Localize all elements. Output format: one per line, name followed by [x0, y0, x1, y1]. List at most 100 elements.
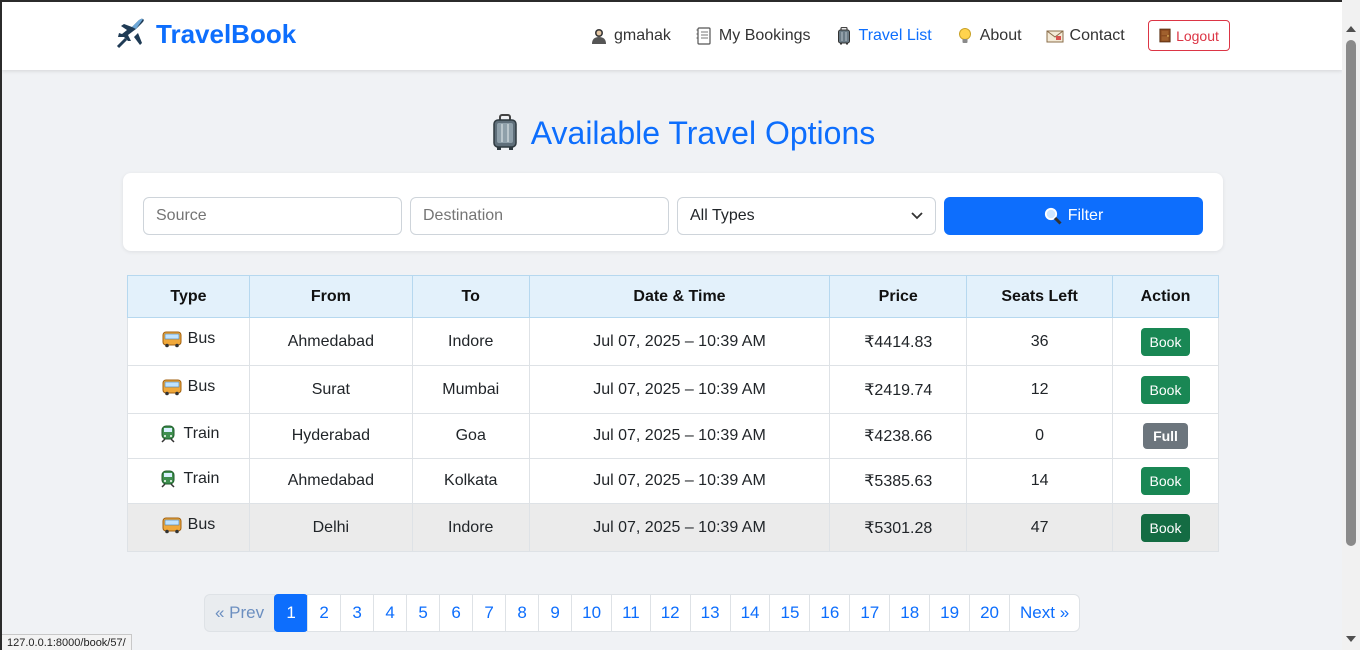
table-row: Train Hyderabad Goa Jul 07, 2025 – 10:39…	[127, 413, 1219, 459]
pagination-page-16[interactable]: 16	[809, 594, 851, 632]
header-type: Type	[127, 275, 250, 318]
filter-form: All Types Filter	[123, 173, 1223, 251]
price-cell: ₹5301.28	[829, 503, 968, 552]
pagination-page-13[interactable]: 13	[689, 594, 731, 632]
browser-viewport: TravelBook gmahak My Bookings Travel Lis…	[0, 0, 1342, 650]
nav-label-my-bookings: My Bookings	[718, 27, 811, 44]
nav-item-travel-list[interactable]: Travel List	[835, 27, 932, 45]
from-cell: Surat	[248, 365, 413, 414]
seats-cell: 12	[966, 365, 1114, 414]
chevron-down-icon	[911, 212, 923, 220]
logout-label: Logout	[1176, 27, 1219, 44]
type-label: Bus	[187, 378, 216, 395]
price-cell: ₹4238.66	[829, 413, 968, 459]
nav-label-travel-list: Travel List	[858, 27, 932, 44]
type-cell: Bus	[162, 378, 216, 396]
datetime-cell: Jul 07, 2025 – 10:39 AM	[528, 458, 831, 504]
pagination-page-5[interactable]: 5	[406, 594, 441, 632]
from-cell: Hyderabad	[248, 413, 413, 459]
pagination-page-6[interactable]: 6	[439, 594, 474, 632]
price-cell: ₹4414.83	[829, 317, 968, 366]
logout-button[interactable]: Logout	[1148, 20, 1230, 51]
nav-label-about: About	[979, 27, 1022, 44]
scroll-down-arrow-icon[interactable]	[1346, 636, 1356, 642]
pagination-page-2[interactable]: 2	[307, 594, 342, 632]
envelope-icon	[1046, 30, 1064, 43]
seats-cell: 14	[966, 458, 1114, 504]
pagination-page-11[interactable]: 11	[611, 594, 651, 632]
header-from: From	[248, 275, 413, 318]
pagination-page-17[interactable]: 17	[849, 594, 891, 632]
vertical-scrollbar[interactable]	[1342, 0, 1360, 650]
pagination-next[interactable]: Next »	[1009, 594, 1081, 632]
filter-button[interactable]: Filter	[944, 197, 1203, 235]
nav-item-profile[interactable]: gmahak	[590, 27, 671, 45]
user-icon	[592, 29, 606, 44]
source-input[interactable]	[143, 197, 402, 235]
table-row: Train Ahmedabad Kolkata Jul 07, 2025 – 1…	[127, 458, 1219, 504]
door-icon	[1159, 28, 1171, 43]
type-select[interactable]: All Types	[677, 197, 936, 235]
book-button[interactable]: Book	[1140, 375, 1191, 404]
destination-input[interactable]	[410, 197, 669, 235]
type-label: Train	[183, 469, 220, 487]
pagination-page-7[interactable]: 7	[472, 594, 507, 632]
scroll-up-arrow-icon[interactable]	[1346, 26, 1356, 32]
nav-links: gmahak My Bookings Travel List About Con…	[590, 20, 1125, 52]
action-cell: Full	[1112, 413, 1219, 459]
header-seats: Seats Left	[966, 275, 1114, 318]
pagination-page-3[interactable]: 3	[340, 594, 375, 632]
navbar: TravelBook gmahak My Bookings Travel Lis…	[2, 2, 1342, 70]
pagination-prev[interactable]: « Prev	[204, 594, 276, 632]
pagination-page-15[interactable]: 15	[769, 594, 811, 632]
pagination-page-18[interactable]: 18	[889, 594, 931, 632]
datetime-cell: Jul 07, 2025 – 10:39 AM	[528, 317, 831, 366]
filter-button-label: Filter	[1067, 207, 1104, 224]
pagination-page-8[interactable]: 8	[505, 594, 540, 632]
seats-cell: 36	[966, 317, 1114, 366]
train-icon	[160, 470, 175, 488]
pagination-page-1[interactable]: 1	[274, 594, 309, 632]
from-cell: Ahmedabad	[248, 317, 413, 366]
pagination-page-10[interactable]: 10	[571, 594, 613, 632]
pagination-page-20[interactable]: 20	[969, 594, 1011, 632]
luggage-icon	[493, 114, 517, 150]
type-cell: Train	[158, 469, 220, 488]
type-select-value: All Types	[690, 207, 755, 224]
price-cell: ₹5385.63	[829, 458, 968, 504]
notebook-icon	[696, 27, 711, 45]
brand-logo[interactable]: TravelBook	[114, 16, 296, 52]
nav-label-contact: Contact	[1069, 27, 1125, 44]
header-price: Price	[829, 275, 968, 318]
from-cell: Delhi	[248, 503, 413, 552]
to-cell: Indore	[411, 503, 530, 552]
pagination-page-14[interactable]: 14	[729, 594, 771, 632]
pagination-page-19[interactable]: 19	[929, 594, 971, 632]
scrollbar-thumb[interactable]	[1346, 40, 1356, 546]
bus-icon	[162, 331, 182, 348]
pagination: « Prev 1 2 3 4 5 6 7 8 9 10 11 12 13 14 …	[204, 594, 1081, 632]
page-title: Available Travel Options	[2, 114, 1342, 152]
header-action: Action	[1112, 275, 1219, 318]
pagination-page-4[interactable]: 4	[373, 594, 408, 632]
book-button[interactable]: Book	[1140, 467, 1191, 495]
to-cell: Mumbai	[411, 365, 530, 414]
nav-item-about[interactable]: About	[956, 27, 1022, 45]
action-cell: Book	[1112, 317, 1219, 366]
nav-item-contact[interactable]: Contact	[1046, 27, 1125, 45]
type-label: Train	[183, 424, 220, 442]
header-to: To	[411, 275, 530, 318]
pagination-page-12[interactable]: 12	[649, 594, 691, 632]
book-button[interactable]: Book	[1140, 513, 1191, 542]
train-icon	[160, 425, 175, 443]
full-badge: Full	[1143, 423, 1188, 449]
nav-item-my-bookings[interactable]: My Bookings	[695, 27, 811, 45]
pagination-page-9[interactable]: 9	[538, 594, 573, 632]
book-button[interactable]: Book	[1140, 327, 1191, 356]
to-cell: Goa	[411, 413, 530, 459]
table-row: Bus Delhi Indore Jul 07, 2025 – 10:39 AM…	[127, 503, 1219, 552]
datetime-cell: Jul 07, 2025 – 10:39 AM	[528, 365, 831, 414]
type-cell: Bus	[162, 516, 215, 534]
price-cell: ₹2419.74	[829, 365, 968, 414]
nav-label-profile: gmahak	[614, 27, 671, 44]
